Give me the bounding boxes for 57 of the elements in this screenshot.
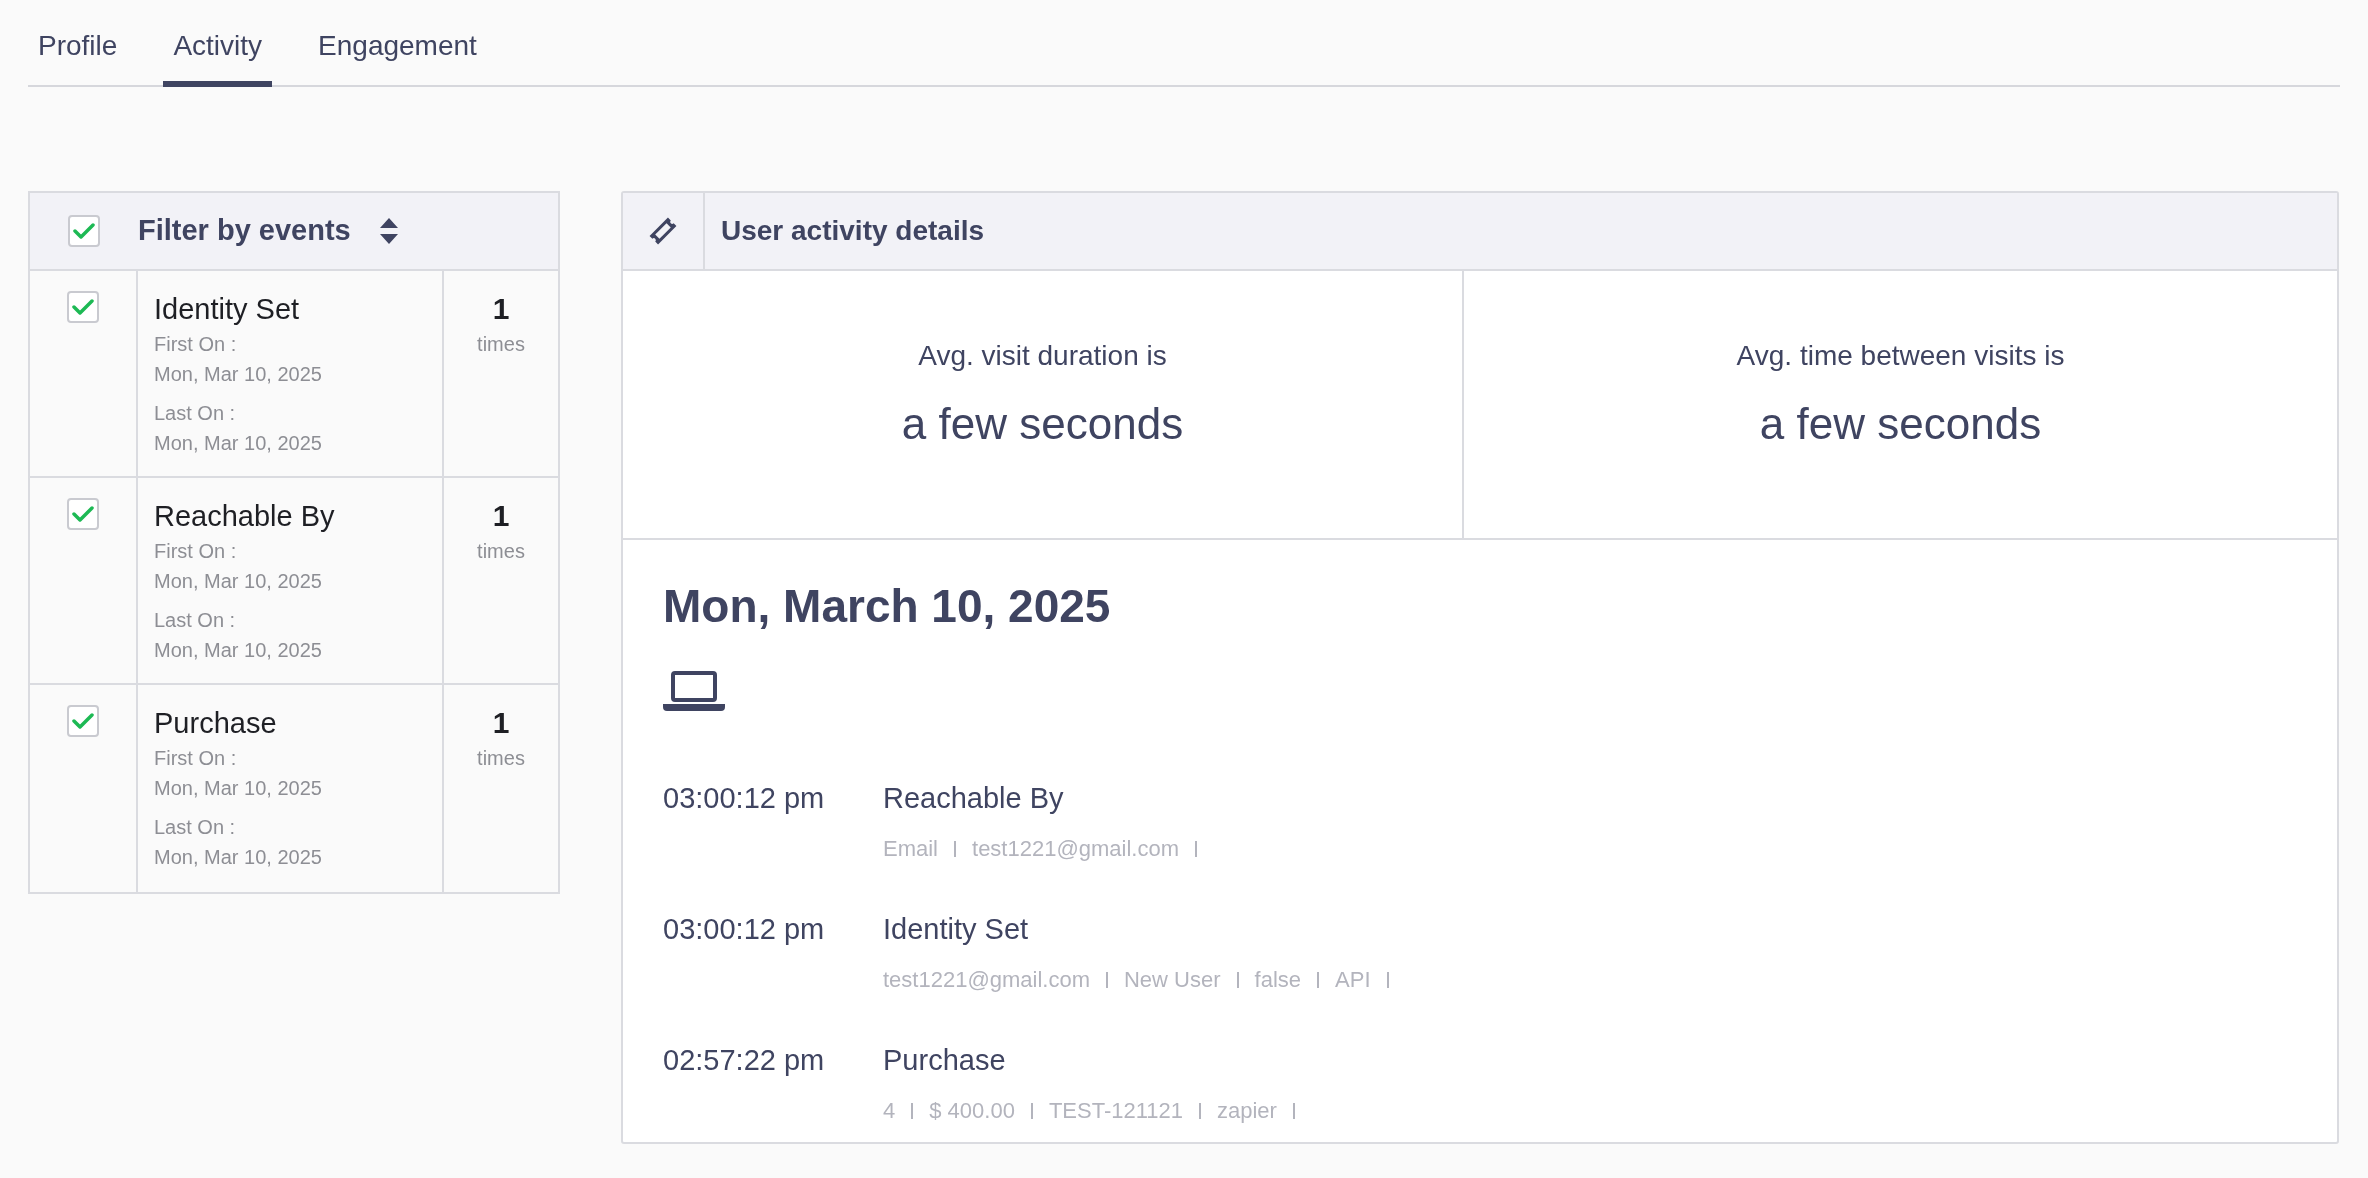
event-detail: test1221@gmail.com <box>883 966 1090 994</box>
event-name: Identity Set <box>883 912 1030 947</box>
sort-icon <box>378 217 399 245</box>
event-detail: zapier <box>1217 1097 1277 1125</box>
panel-title: User activity details <box>720 214 985 248</box>
first-on-date: Mon, Mar 10, 2025 <box>154 362 323 387</box>
event-detail: API <box>1335 966 1371 994</box>
event-count: 1 <box>492 498 510 534</box>
checkbox[interactable] <box>68 215 100 247</box>
event-detail: false <box>1254 966 1302 994</box>
checkbox[interactable] <box>67 498 99 530</box>
last-on-date: Mon, Mar 10, 2025 <box>154 845 323 870</box>
stat-value: a few seconds <box>1759 398 2042 450</box>
check-icon <box>72 298 94 316</box>
stat-label: Avg. visit duration is <box>918 339 1167 373</box>
first-on-date: Mon, Mar 10, 2025 <box>154 776 323 801</box>
event-name: Purchase <box>883 1043 1007 1078</box>
event-time: 03:00:12 pm <box>663 781 826 816</box>
first-on-label: First On : <box>154 539 238 564</box>
event-detail: test1221@gmail.com <box>972 835 1179 863</box>
first-on-label: First On : <box>154 332 238 357</box>
checkbox[interactable] <box>67 291 99 323</box>
event-detail: New User <box>1124 966 1221 994</box>
stat-label: Avg. time between visits is <box>1736 339 2065 373</box>
checkbox[interactable] <box>67 705 99 737</box>
event-name: Reachable By <box>883 781 1065 816</box>
tab[interactable]: Activity <box>163 25 273 87</box>
last-on-date: Mon, Mar 10, 2025 <box>154 638 323 663</box>
last-on-label: Last On : <box>154 401 237 426</box>
check-icon <box>72 712 94 730</box>
last-on-date: Mon, Mar 10, 2025 <box>154 431 323 456</box>
tab[interactable]: Engagement <box>308 25 487 87</box>
event-detail: 4 <box>883 1097 896 1125</box>
event-count: 1 <box>492 705 510 741</box>
last-on-label: Last On : <box>154 608 237 633</box>
count-unit: times <box>477 539 525 564</box>
tab[interactable]: Profile <box>28 25 128 87</box>
first-on-date: Mon, Mar 10, 2025 <box>154 569 323 594</box>
event-time: 02:57:22 pm <box>663 1043 826 1078</box>
event-name: Purchase <box>154 706 278 741</box>
event-count: 1 <box>492 291 510 327</box>
event-detail: TEST-121121 <box>1048 1097 1183 1125</box>
check-icon <box>73 222 95 240</box>
ticket-icon <box>647 215 679 247</box>
first-on-label: First On : <box>154 746 238 771</box>
event-name: Identity Set <box>154 292 301 327</box>
laptop-icon <box>663 670 725 712</box>
date-heading: Mon, March 10, 2025 <box>663 579 1112 634</box>
event-detail: Email <box>883 835 938 863</box>
stat-value: a few seconds <box>901 398 1184 450</box>
count-unit: times <box>477 332 525 357</box>
last-on-label: Last On : <box>154 815 237 840</box>
count-unit: times <box>477 746 525 771</box>
event-detail: $ 400.00 <box>929 1097 1015 1125</box>
event-time: 03:00:12 pm <box>663 912 826 947</box>
event-name: Reachable By <box>154 499 336 534</box>
check-icon <box>72 505 94 523</box>
